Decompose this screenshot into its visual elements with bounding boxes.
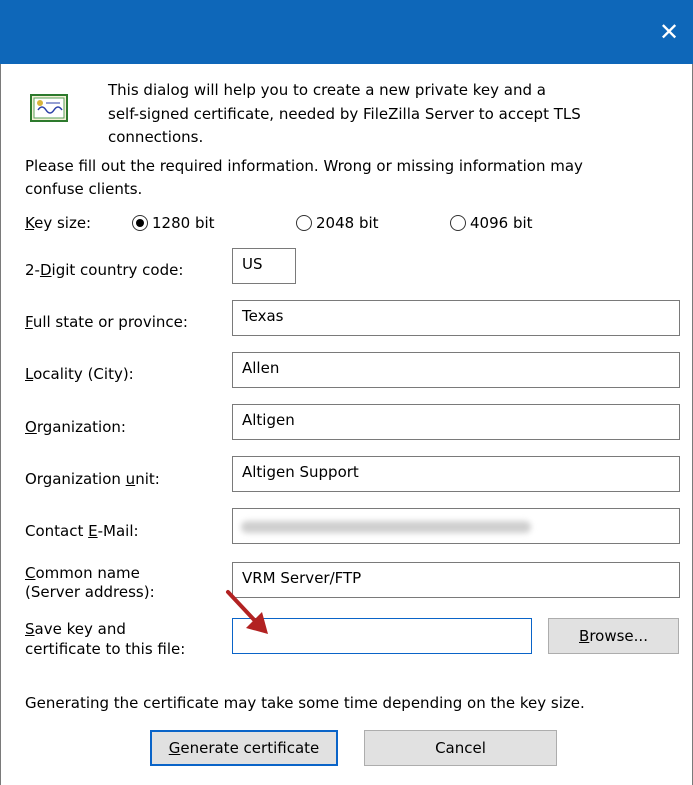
organization-input[interactable]: Altigen: [232, 404, 680, 440]
common-name-label-2: (Server address):: [25, 583, 155, 601]
generate-certificate-button[interactable]: Generate certificate: [150, 730, 338, 766]
country-code-input[interactable]: US: [232, 248, 296, 284]
city-input[interactable]: Allen: [232, 352, 680, 388]
close-button[interactable]: ✕: [645, 0, 693, 64]
radio-2048-bit[interactable]: 2048 bit: [296, 214, 379, 232]
org-unit-input[interactable]: Altigen Support: [232, 456, 680, 492]
cancel-button[interactable]: Cancel: [364, 730, 557, 766]
browse-button[interactable]: Browse...: [548, 618, 679, 654]
certificate-icon: [30, 94, 68, 122]
radio-4096-indicator: [450, 215, 466, 231]
intro-line-2: self-signed certificate, needed by FileZ…: [108, 105, 581, 123]
radio-2048-indicator: [296, 215, 312, 231]
notice-line-2: confuse clients.: [25, 180, 143, 198]
email-input[interactable]: [232, 508, 680, 544]
radio-1280-bit[interactable]: 1280 bit: [132, 214, 215, 232]
annotation-arrow-icon: [226, 590, 268, 634]
state-label: Full state or province:: [25, 313, 188, 331]
common-name-label-1: Common name: [25, 564, 140, 582]
title-bar: ✕: [0, 0, 693, 64]
window-border-left: [0, 64, 1, 785]
save-file-label-1: Save key and: [25, 620, 126, 638]
save-file-label-2: certificate to this file:: [25, 640, 186, 658]
email-redacted-blur: [241, 521, 531, 533]
key-size-label: Key size:: [25, 214, 92, 232]
intro-line-1: This dialog will help you to create a ne…: [108, 81, 546, 99]
common-name-input[interactable]: VRM Server/FTP: [232, 562, 680, 598]
organization-label: Organization:: [25, 418, 126, 436]
country-label: 2-Digit country code:: [25, 261, 184, 279]
org-unit-label: Organization unit:: [25, 470, 160, 488]
footer-note: Generating the certificate may take some…: [25, 694, 585, 712]
close-icon: ✕: [658, 18, 680, 46]
city-label: Locality (City):: [25, 365, 134, 383]
intro-line-3: connections.: [108, 128, 204, 146]
notice-line-1: Please fill out the required information…: [25, 157, 583, 175]
email-label: Contact E-Mail:: [25, 522, 139, 540]
radio-1280-indicator: [132, 215, 148, 231]
state-input[interactable]: Texas: [232, 300, 680, 336]
radio-4096-bit[interactable]: 4096 bit: [450, 214, 533, 232]
